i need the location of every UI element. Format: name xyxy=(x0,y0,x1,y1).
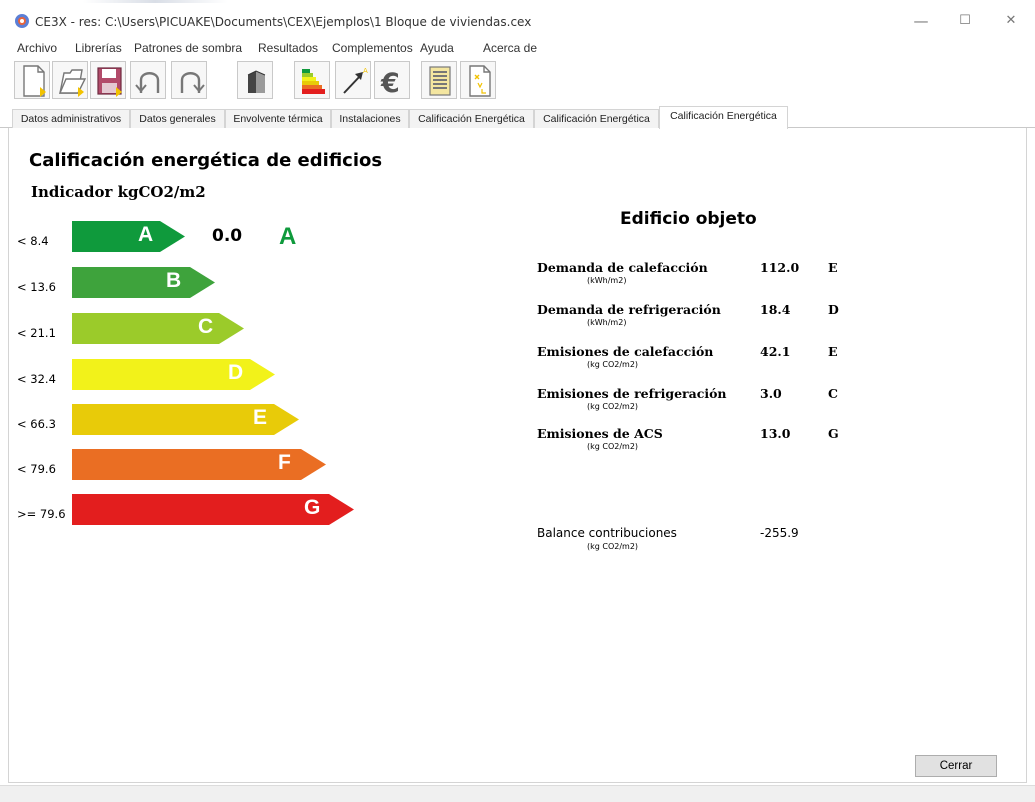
menu-librerias[interactable]: Librerías xyxy=(75,41,122,55)
indicator-unit-3: (kg CO2/m2) xyxy=(587,402,639,411)
title-bar-strip xyxy=(0,0,1035,3)
minimize-button[interactable]: — xyxy=(906,10,936,32)
scale-bar-f: F xyxy=(72,449,326,480)
scale-label-b: < 13.6 xyxy=(17,280,56,294)
scale-letter-e: E xyxy=(253,406,268,429)
tab-bar: Datos administrativos Datos generales En… xyxy=(0,106,1035,129)
indicator-label-3: Emisiones de refrigeración xyxy=(537,386,727,401)
indicator-label-0: Demanda de calefacción xyxy=(537,260,708,275)
tab-calificacion-energetica-1[interactable]: Calificación Energética xyxy=(409,109,534,128)
tab-calificacion-energetica-3[interactable]: Calificación Energética xyxy=(659,106,788,129)
scale-label-g: >= 79.6 xyxy=(17,507,66,521)
app-icon xyxy=(15,14,29,28)
scale-letter-f: F xyxy=(278,451,291,474)
save-icon[interactable] xyxy=(90,61,126,99)
menu-ayuda[interactable]: Ayuda xyxy=(420,41,454,55)
balance-value: -255.9 xyxy=(760,526,799,540)
tab-instalaciones[interactable]: Instalaciones xyxy=(331,109,409,128)
tab-calificacion-energetica-2[interactable]: Calificación Energética xyxy=(534,109,659,128)
indicator-value-3: 3.0 xyxy=(760,386,782,401)
menu-acerca-de[interactable]: Acerca de xyxy=(483,41,537,55)
balance-label: Balance contribuciones xyxy=(537,526,677,540)
indicator-label-1: Demanda de refrigeración xyxy=(537,302,721,317)
scale-letter-d: D xyxy=(228,361,244,384)
scale-bar-b: B xyxy=(72,267,215,298)
indicator-label: Indicador kgCO2/m2 xyxy=(31,183,206,201)
svg-text:€: € xyxy=(380,68,400,99)
scale-bar-d: D xyxy=(72,359,275,390)
menu-resultados[interactable]: Resultados xyxy=(258,41,318,55)
menu-complementos[interactable]: Complementos xyxy=(332,41,413,55)
indicator-value-1: 18.4 xyxy=(760,302,791,317)
scale-label-e: < 66.3 xyxy=(17,417,56,431)
scale-label-f: < 79.6 xyxy=(17,462,56,476)
status-bar xyxy=(0,785,1035,802)
scale-bar-a: A xyxy=(72,221,185,252)
menu-archivo[interactable]: Archivo xyxy=(17,41,57,55)
maximize-button[interactable]: ☐ xyxy=(950,10,980,32)
indicator-label-2: Emisiones de calefacción xyxy=(537,344,714,359)
balance-unit: (kg CO2/m2) xyxy=(587,542,639,551)
tab-datos-generales[interactable]: Datos generales xyxy=(130,109,225,128)
indicator-label-4: Emisiones de ACS xyxy=(537,426,663,441)
scale-letter-g: G xyxy=(304,496,321,519)
new-document-icon[interactable] xyxy=(14,61,50,99)
indicator-letter-0: E xyxy=(828,260,838,275)
scale-letter-b: B xyxy=(166,269,182,292)
indicator-value-0: 112.0 xyxy=(760,260,800,275)
indicator-unit-0: (kWh/m2) xyxy=(587,276,627,285)
result-letter: A xyxy=(279,223,297,250)
edificio-objeto-title: Edificio objeto xyxy=(620,209,757,229)
indicator-value-4: 13.0 xyxy=(760,426,791,441)
indicator-unit-2: (kg CO2/m2) xyxy=(587,360,639,369)
scale-letter-c: C xyxy=(198,315,214,338)
title-bar: CE3X - res: C:\Users\PICUAKE\Documents\C… xyxy=(0,0,1035,38)
tab-envolvente-termica[interactable]: Envolvente térmica xyxy=(225,109,331,128)
indicator-unit-1: (kWh/m2) xyxy=(587,318,627,327)
improvement-arrow-icon[interactable]: A xyxy=(335,61,371,99)
indicator-value-2: 42.1 xyxy=(760,344,791,359)
indicator-letter-4: G xyxy=(828,426,839,441)
report-icon[interactable] xyxy=(421,61,457,99)
building-icon[interactable] xyxy=(237,61,273,99)
scale-letter-a: A xyxy=(138,223,154,246)
scale-label-a: < 8.4 xyxy=(17,234,49,248)
svg-text:A: A xyxy=(363,67,368,75)
window-title: CE3X - res: C:\Users\PICUAKE\Documents\C… xyxy=(35,15,532,29)
close-window-button[interactable]: ✕ xyxy=(996,10,1026,32)
scale-bar-g: G xyxy=(72,494,354,525)
page-title: Calificación energética de edificios xyxy=(29,150,383,171)
menu-patrones-de-sombra[interactable]: Patrones de sombra xyxy=(134,41,242,55)
scale-bar-c: C xyxy=(72,313,244,344)
tab-datos-administrativos[interactable]: Datos administrativos xyxy=(12,109,130,128)
open-folder-icon[interactable] xyxy=(52,61,88,99)
undo-icon[interactable] xyxy=(130,61,166,99)
euro-icon[interactable]: € xyxy=(374,61,410,99)
scale-label-d: < 32.4 xyxy=(17,372,56,386)
scale-label-c: < 21.1 xyxy=(17,326,56,340)
indicator-unit-4: (kg CO2/m2) xyxy=(587,442,639,451)
indicator-letter-3: C xyxy=(828,386,838,401)
indicator-letter-2: E xyxy=(828,344,838,359)
toolbar: A € xyxy=(0,60,1035,102)
menu-bar: Archivo Librerías Patrones de sombra Res… xyxy=(0,39,1035,59)
redo-icon[interactable] xyxy=(171,61,207,99)
energy-scale-icon[interactable] xyxy=(294,61,330,99)
cerrar-button[interactable]: Cerrar xyxy=(915,755,997,777)
scale-bar-e: E xyxy=(72,404,299,435)
xml-icon[interactable] xyxy=(460,61,496,99)
indicator-letter-1: D xyxy=(828,302,839,317)
result-value: 0.0 xyxy=(212,226,243,246)
